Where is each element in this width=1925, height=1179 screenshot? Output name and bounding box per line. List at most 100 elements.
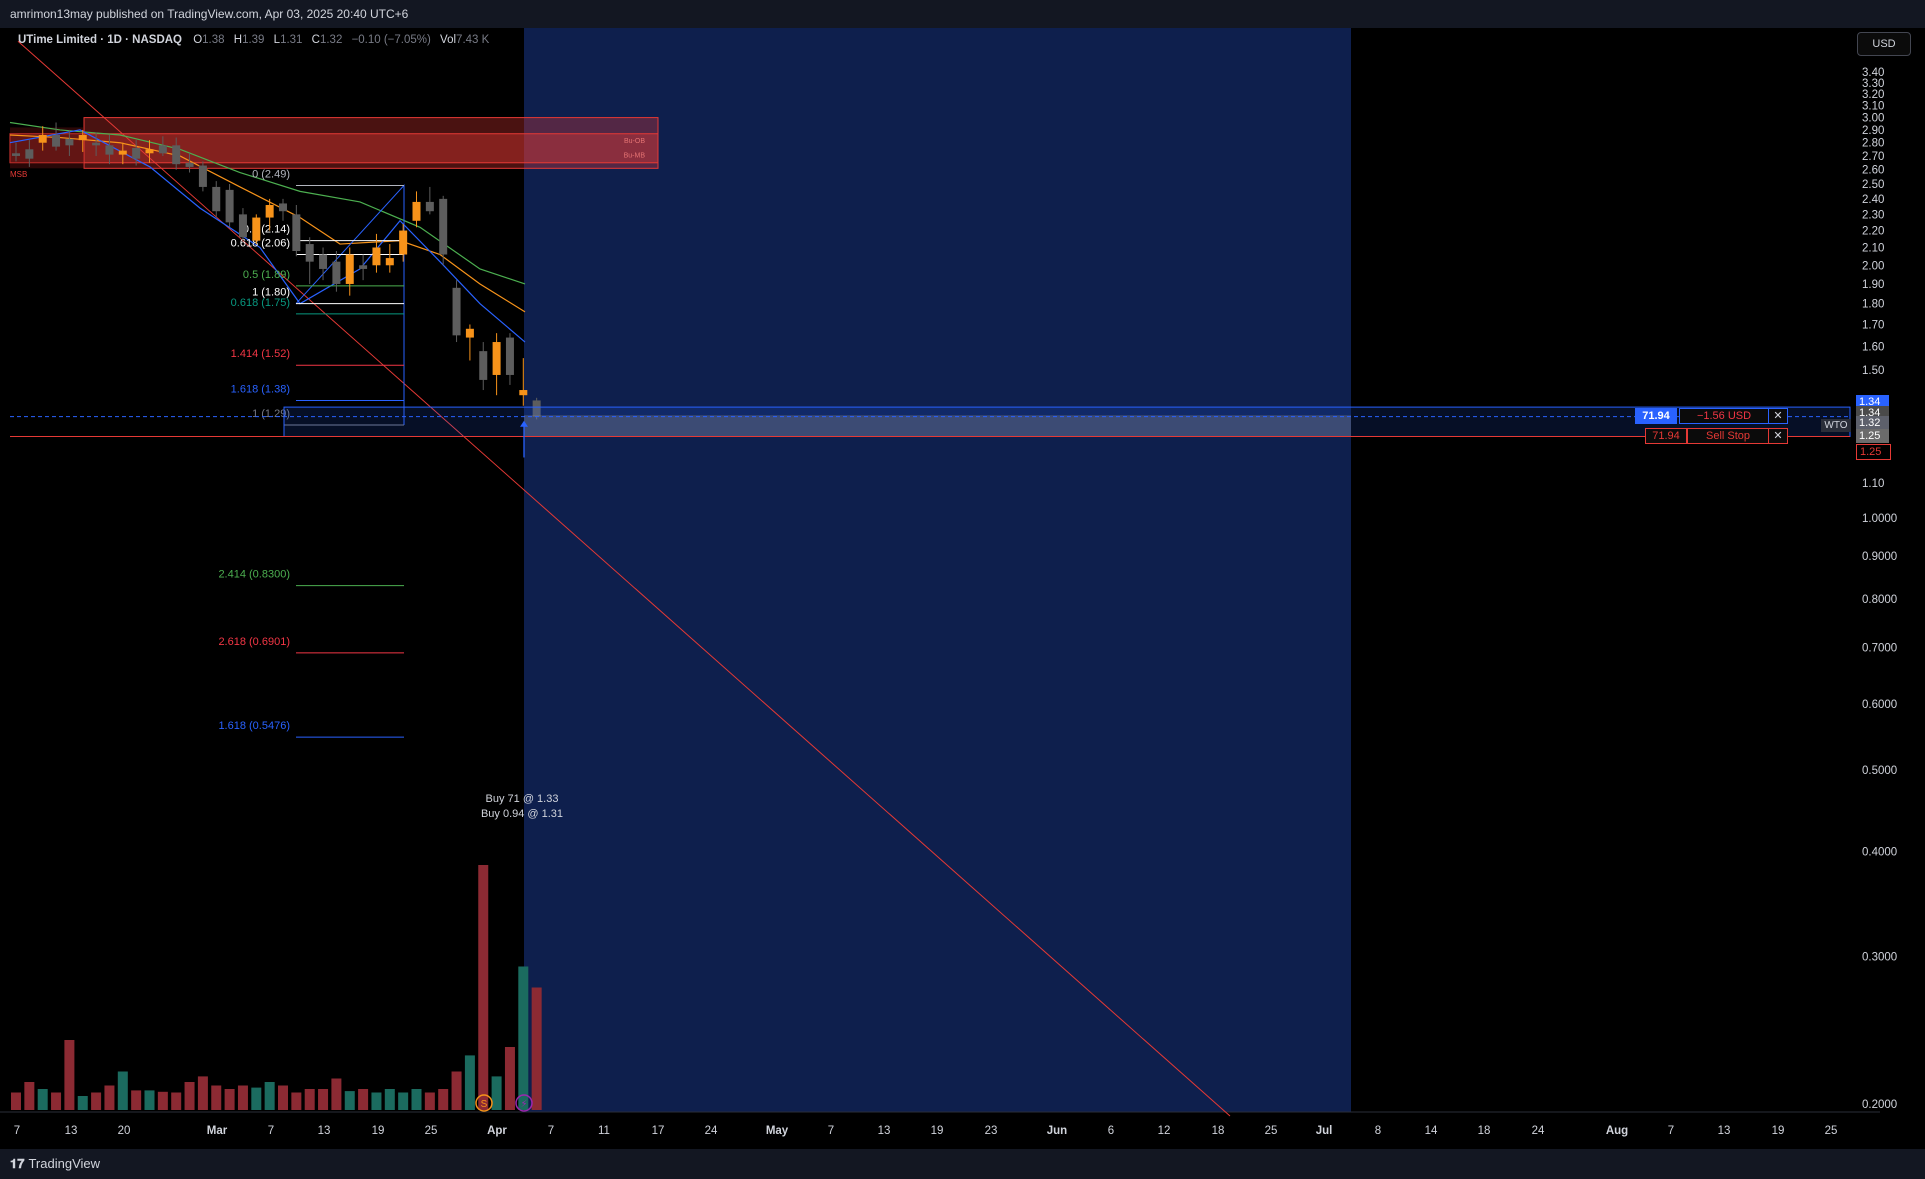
time-tick-label: 13: [318, 1125, 331, 1137]
volume-bar: [358, 1089, 369, 1110]
candle-body: [65, 138, 74, 146]
tv-logo-icon: 𝟏𝟕: [10, 1156, 25, 1171]
price-chart[interactable]: 3.403.303.203.103.002.902.802.702.602.50…: [0, 0, 1925, 1149]
price-badge: 1.25: [1856, 443, 1891, 460]
volume-bar: [531, 987, 542, 1110]
fib-level-label: 1.618 (1.38): [231, 383, 290, 395]
volume-bar: [51, 1092, 62, 1110]
price-tick-label: 1.50: [1862, 365, 1884, 377]
time-tick-label: 7: [548, 1125, 554, 1137]
candle-body: [198, 165, 207, 187]
fib-level-label: 0.618 (1.75): [231, 297, 290, 309]
open-label: O: [193, 34, 203, 46]
stop-label[interactable]: Sell Stop: [1687, 428, 1769, 445]
price-tick-label: 1.0000: [1862, 513, 1897, 525]
candle-body: [279, 203, 287, 212]
price-tick-label: 3.30: [1862, 78, 1884, 90]
candle-body: [332, 261, 341, 284]
volume-bar: [398, 1092, 409, 1110]
time-tick-label: 25: [425, 1125, 438, 1137]
price-tick-label: 0.6000: [1862, 699, 1897, 711]
candle-body: [25, 149, 34, 159]
time-tick-label: 13: [1718, 1125, 1731, 1137]
fib-level-label: 0 (2.49): [252, 168, 290, 180]
projection-box: [524, 28, 1351, 1112]
time-tick-label: Jun: [1047, 1125, 1067, 1137]
candle-body: [185, 162, 194, 167]
volume-bar: [91, 1092, 102, 1110]
fib-level-label: 1.414 (1.52): [231, 348, 290, 360]
time-tick-label: 25: [1825, 1125, 1838, 1137]
candle-body: [145, 149, 154, 154]
candle-body: [132, 147, 141, 159]
currency-selector[interactable]: USD: [1857, 32, 1911, 56]
volume-bar: [318, 1089, 329, 1110]
zone-label: Bu-OB: [624, 138, 645, 145]
position-qty[interactable]: 71.94: [1635, 407, 1677, 424]
candle-body: [238, 214, 247, 238]
time-tick-label: 19: [372, 1125, 385, 1137]
volume-bar: [224, 1089, 235, 1110]
volume-bar: [304, 1089, 315, 1110]
candle-body: [158, 145, 167, 154]
volume-bar: [197, 1076, 208, 1110]
price-tick-label: 2.00: [1862, 260, 1884, 272]
time-tick-label: 7: [1668, 1125, 1674, 1137]
volume-bar: [438, 1089, 449, 1110]
volume-bar: [504, 1047, 515, 1110]
price-tick-label: 2.50: [1862, 179, 1884, 191]
volume-bar: [184, 1082, 195, 1110]
open-value: 1.38: [202, 34, 225, 46]
event-icon-glyph: ⚡: [520, 1099, 527, 1110]
execution-label: Buy 0.94 @ 1.31: [481, 808, 563, 820]
time-tick-label: Jul: [1316, 1125, 1333, 1137]
candle-body: [118, 150, 127, 155]
candle-body: [105, 145, 114, 155]
stop-close-button[interactable]: ✕: [1768, 428, 1788, 445]
execution-label: Buy 71 @ 1.33: [486, 793, 559, 805]
candle-body: [225, 189, 234, 223]
price-tick-label: 0.7000: [1862, 643, 1897, 655]
time-tick-label: 7: [828, 1125, 834, 1137]
volume-bar: [237, 1085, 248, 1110]
high-label: H: [233, 34, 243, 46]
candle-body: [465, 328, 474, 338]
volume-bar: [344, 1091, 355, 1110]
volume-bar: [157, 1091, 168, 1110]
time-tick-label: 18: [1478, 1125, 1491, 1137]
time-tick-label: 13: [878, 1125, 891, 1137]
candle-body: [492, 342, 501, 375]
price-tick-label: 3.10: [1862, 101, 1884, 113]
candle-body: [439, 198, 448, 255]
candle-body: [479, 351, 488, 380]
volume-bar: [64, 1040, 75, 1110]
volume-bar: [117, 1071, 128, 1110]
time-tick-label: 23: [985, 1125, 998, 1137]
volume-bar: [171, 1092, 182, 1110]
position-pnl[interactable]: −1.56 USD: [1679, 407, 1769, 424]
volume-bar: [24, 1082, 35, 1110]
volume-bar: [384, 1089, 395, 1110]
tradingview-logo[interactable]: 𝟏𝟕 TradingView: [10, 1156, 100, 1172]
stop-qty[interactable]: 71.94: [1645, 428, 1687, 445]
time-tick-label: 20: [118, 1125, 131, 1137]
symbol-title[interactable]: UTime Limited · 1D · NASDAQ: [18, 34, 182, 46]
candle-body: [412, 201, 421, 221]
time-tick-label: 11: [598, 1125, 610, 1137]
price-badge: 1.32: [1856, 415, 1889, 430]
volume-bar: [251, 1087, 262, 1110]
position-close-button[interactable]: ✕: [1768, 407, 1788, 424]
volume-bar: [411, 1089, 422, 1110]
volume-bar: [264, 1082, 275, 1110]
time-tick-label: 12: [1158, 1125, 1171, 1137]
symbol-legend: UTime Limited · 1D · NASDAQ O1.38 H1.39 …: [18, 34, 495, 46]
volume-bar: [104, 1085, 115, 1110]
price-tick-label: 2.40: [1862, 194, 1884, 206]
candle-body: [52, 134, 61, 147]
price-tick-label: 0.3000: [1862, 951, 1897, 963]
candle-body: [265, 204, 274, 218]
candle-body: [385, 258, 394, 266]
candle-body: [38, 134, 47, 143]
candle-body: [425, 201, 434, 212]
time-tick-label: 14: [1425, 1125, 1438, 1137]
